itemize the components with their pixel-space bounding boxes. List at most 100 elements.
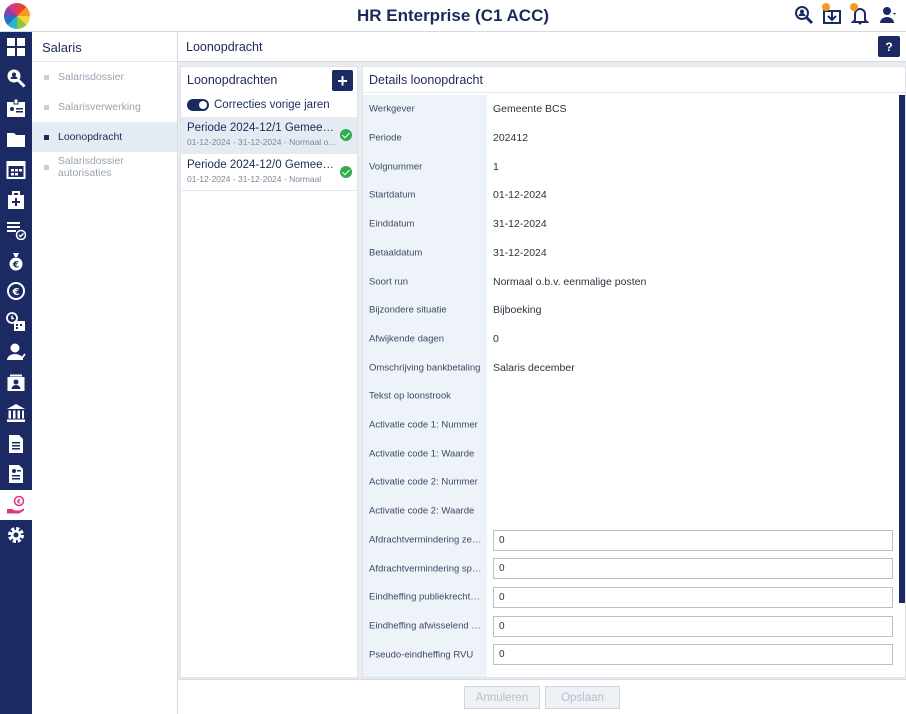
bullet-icon <box>44 104 49 110</box>
checklist-icon[interactable] <box>0 215 32 246</box>
field-value: 202412 <box>493 132 529 145</box>
field-label: Einddatum <box>369 218 415 230</box>
cancel-button[interactable]: Annuleren <box>464 686 540 709</box>
field-label: Omschrijving bankbetaling <box>369 362 481 374</box>
list-item-title: Periode 2024-12/1 Gemeente BCS <box>187 122 337 134</box>
document-icon[interactable] <box>0 429 32 460</box>
help-button[interactable]: ? <box>878 36 900 57</box>
list-item[interactable]: Periode 2024-12/1 Gemeente BCS 01-12-2024… <box>181 117 357 154</box>
user-menu-icon[interactable] <box>878 5 898 25</box>
list-item-subtitle: 01-12-2024 - 31-12-2024 - Normaal <box>187 174 322 184</box>
detail-row: Omschrijving bankbetaling Salaris decembe… <box>363 353 899 382</box>
details-scrollbar[interactable] <box>899 95 905 603</box>
notification-badge <box>822 3 830 11</box>
detail-row: Einddatum 31-12-2024 <box>363 210 899 239</box>
module-nav-label: Salarisdossier <box>58 71 124 83</box>
header-actions <box>794 3 898 25</box>
list-item-subtitle: 01-12-2024 - 31-12-2024 - Normaal o.b.v.… <box>187 137 337 147</box>
detail-row: Activatie code 1: Nummer <box>363 411 899 440</box>
page-title: Loonopdracht <box>186 40 263 54</box>
payroll-hand-icon[interactable]: € <box>0 489 32 520</box>
euro-cycle-icon[interactable]: € <box>0 276 32 307</box>
detail-row: Eindheffing afwisselend gebruik <box>363 612 899 641</box>
schedule-icon[interactable] <box>0 307 32 338</box>
field-value: Salaris december <box>493 361 575 374</box>
field-label: Activatie code 1: Nummer <box>369 419 478 431</box>
corrections-toggle-label: Correcties vorige jaren <box>214 99 330 111</box>
add-button[interactable]: + <box>332 70 353 91</box>
detail-row: Pseudo-eindheffing RVU <box>363 640 899 669</box>
module-nav: Salaris Salarisdossier Salarisverwerking L… <box>32 32 178 714</box>
contact-card-icon[interactable] <box>0 368 32 399</box>
field-label: Afwijkende dagen <box>369 333 444 345</box>
detail-row: Betaaldatum 31-12-2024 <box>363 239 899 268</box>
details-title: Details loonopdracht <box>363 67 905 93</box>
bank-icon[interactable] <box>0 398 32 429</box>
detail-row: Afdrachtvermindering speur- en ontwikkel… <box>363 554 899 583</box>
settings-icon[interactable] <box>0 520 32 551</box>
detail-row: Activatie code 2: Waarde <box>363 497 899 526</box>
search-person-icon[interactable] <box>0 63 32 94</box>
field-input[interactable] <box>493 644 893 666</box>
field-label: Activatie code 1: Waarde <box>369 448 475 460</box>
field-input[interactable] <box>493 529 893 551</box>
module-nav-item[interactable]: Salarisdossier autorisaties <box>32 152 177 182</box>
detail-row: Activatie code 1: Waarde <box>363 439 899 468</box>
search-person-icon[interactable] <box>794 5 814 25</box>
detail-row: Afdrachtvermindering zeevaart <box>363 526 899 555</box>
save-button[interactable]: Opslaan <box>545 686 620 709</box>
module-nav-label: Salarisdossier autorisaties <box>57 155 124 179</box>
field-label: Bijzondere situatie <box>369 304 447 316</box>
inbox-notification-icon[interactable] <box>822 3 842 25</box>
field-value: 0 <box>493 332 499 345</box>
list-title: Loonopdrachten <box>187 73 278 87</box>
check-circle-icon <box>340 129 352 141</box>
top-bar: HR Enterprise (C1 ACC) <box>0 0 906 32</box>
field-label: Periode <box>369 132 402 144</box>
detail-row: Activatie code 2: Nummer <box>363 468 899 497</box>
detail-row: Bijzondere situatie Bijboeking <box>363 296 899 325</box>
medical-case-icon[interactable] <box>0 185 32 216</box>
folder-icon[interactable] <box>0 124 32 155</box>
notification-badge <box>850 3 858 11</box>
module-nav-item[interactable]: Salarisverwerking <box>32 92 177 122</box>
field-label: Afdrachtvermindering speur- en ontwikkel… <box>369 563 485 575</box>
list-header: Loonopdrachten + <box>181 67 357 93</box>
money-bag-icon[interactable]: € <box>0 246 32 277</box>
field-input[interactable] <box>493 586 893 608</box>
list-item[interactable]: Periode 2024-12/0 Gemeente BCS 01-12-2024… <box>181 154 357 191</box>
page-header: Loonopdracht ? <box>178 32 906 62</box>
field-label: Afdrachtvermindering zeevaart <box>369 534 485 546</box>
detail-row: Startdatum 01-12-2024 <box>363 181 899 210</box>
dashboard-icon[interactable] <box>0 32 32 63</box>
form-document-icon[interactable] <box>0 459 32 490</box>
bell-icon[interactable] <box>850 3 870 25</box>
bullet-icon <box>44 134 49 140</box>
field-label: Betaaldatum <box>369 247 423 259</box>
field-label: Tekst op loonstrook <box>369 390 451 402</box>
user-tasks-icon[interactable] <box>0 337 32 368</box>
field-value: Gemeente BCS <box>493 103 567 116</box>
field-label: Soort run <box>369 276 409 288</box>
field-value: 1 <box>493 160 499 173</box>
payroll-order-list-panel: Loonopdrachten + Correcties vorige jaren… <box>180 66 358 678</box>
detail-row: Soort run Normaal o.b.v. eenmalige posten <box>363 267 899 296</box>
employee-card-icon[interactable] <box>0 93 32 124</box>
app-title: HR Enterprise (C1 ACC) <box>356 6 550 25</box>
field-label: Activatie code 2: Waarde <box>369 505 475 517</box>
module-nav-item[interactable]: Salarisdossier <box>32 62 177 92</box>
module-nav-item[interactable]: Loonopdracht <box>32 122 177 152</box>
module-nav-label: Loonopdracht <box>58 131 123 143</box>
field-value: 01-12-2024 <box>493 189 547 202</box>
field-label: Eindheffing afwisselend gebruik <box>369 620 485 632</box>
field-value: 31-12-2024 <box>493 218 547 231</box>
field-input[interactable] <box>493 558 893 580</box>
svg-text:€: € <box>12 260 19 270</box>
field-input[interactable] <box>493 615 893 637</box>
corrections-toggle[interactable] <box>187 99 209 111</box>
field-label: Volgnummer <box>369 161 423 173</box>
details-panel: Details loonopdracht Werkgever Gemeente B… <box>362 66 906 678</box>
detail-row: Volgnummer 1 <box>363 152 899 181</box>
corrections-toggle-row[interactable]: Correcties vorige jaren <box>181 93 357 117</box>
calendar-icon[interactable] <box>0 154 32 185</box>
